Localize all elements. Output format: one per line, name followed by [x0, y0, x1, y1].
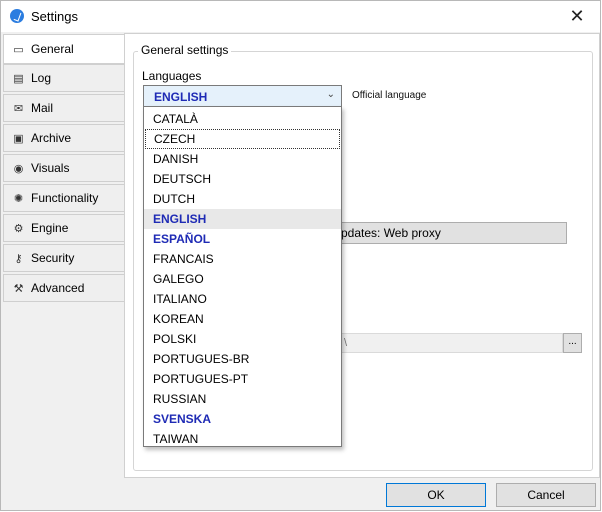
language-value: ENGLISH [154, 90, 208, 104]
language-option[interactable]: DANISH [144, 149, 341, 169]
language-option[interactable]: CATALÀ [144, 109, 341, 129]
eye-icon: ◉ [13, 162, 24, 175]
tab-functionality[interactable]: ✺ Functionality [3, 184, 125, 212]
language-option[interactable]: KOREAN [144, 309, 341, 329]
tab-label: Engine [31, 221, 69, 235]
window-title: Settings [31, 9, 78, 24]
tab-general[interactable]: ▭ General [3, 34, 125, 64]
wrench-icon: ⚒ [13, 282, 24, 295]
tab-label: General [31, 42, 74, 56]
title-bar: Settings ✕ [1, 1, 600, 32]
languages-label: Languages [142, 69, 202, 83]
gears-icon: ⚙ [13, 222, 24, 235]
tab-advanced[interactable]: ⚒ Advanced [3, 274, 125, 302]
tab-label: Archive [31, 131, 72, 145]
archive-icon: ▣ [13, 132, 24, 145]
tab-archive[interactable]: ▣ Archive [3, 124, 125, 152]
tab-security[interactable]: ⚷ Security [3, 244, 125, 272]
language-option[interactable]: RUSSIAN [144, 389, 341, 409]
mail-icon: ✉ [13, 102, 24, 115]
tab-label: Log [31, 71, 52, 85]
language-option[interactable]: POLSKI [144, 329, 341, 349]
bug-icon: ✺ [13, 192, 24, 205]
path-field[interactable]: \ [340, 333, 563, 353]
language-option[interactable]: PORTUGUES-PT [144, 369, 341, 389]
web-proxy-button[interactable]: pdates: Web proxy [335, 222, 567, 244]
ok-button[interactable]: OK [386, 483, 486, 507]
language-option[interactable]: PORTUGUES-BR [144, 349, 341, 369]
tab-visuals[interactable]: ◉ Visuals [3, 154, 125, 182]
language-option[interactable]: ENGLISH [144, 209, 341, 229]
language-option[interactable]: DEUTSCH [144, 169, 341, 189]
language-option[interactable]: TAIWAN [144, 429, 341, 449]
tab-label: Visuals [31, 161, 70, 175]
chevron-down-icon[interactable]: ⌄ [327, 89, 335, 100]
language-option[interactable]: ESPAÑOL [144, 229, 341, 249]
language-option[interactable]: DUTCH [144, 189, 341, 209]
close-button[interactable]: ✕ [554, 1, 600, 32]
language-combobox[interactable]: ENGLISH ⌄ [143, 85, 342, 107]
tab-engine[interactable]: ⚙ Engine [3, 214, 125, 242]
tab-label: Functionality [31, 191, 99, 205]
monitor-icon: ▭ [13, 43, 24, 56]
tab-log[interactable]: ▤ Log [3, 64, 125, 92]
app-icon [10, 9, 24, 23]
official-language-note: Official language [352, 90, 427, 101]
language-option[interactable]: GALEGO [144, 269, 341, 289]
cancel-button[interactable]: Cancel [496, 483, 596, 507]
language-option[interactable]: CZECH [145, 129, 340, 149]
browse-button[interactable]: ... [563, 333, 582, 353]
language-option[interactable]: FRANCAIS [144, 249, 341, 269]
group-title: General settings [138, 43, 232, 57]
tab-label: Advanced [31, 281, 85, 295]
language-option[interactable]: ITALIANO [144, 289, 341, 309]
settings-tabs: ▭ General ▤ Log ✉ Mail ▣ Archive ◉ Visuals ✺ Functi… [3, 34, 125, 304]
tab-label: Mail [31, 101, 54, 115]
log-icon: ▤ [13, 72, 24, 85]
tab-mail[interactable]: ✉ Mail [3, 94, 125, 122]
key-icon: ⚷ [14, 252, 23, 265]
language-option[interactable]: SVENSKA [144, 409, 341, 429]
language-dropdown-list: CATALÀ CZECH DANISH DEUTSCH DUTCH ENGLISH ESPA… [143, 106, 342, 447]
tab-label: Security [31, 251, 75, 265]
